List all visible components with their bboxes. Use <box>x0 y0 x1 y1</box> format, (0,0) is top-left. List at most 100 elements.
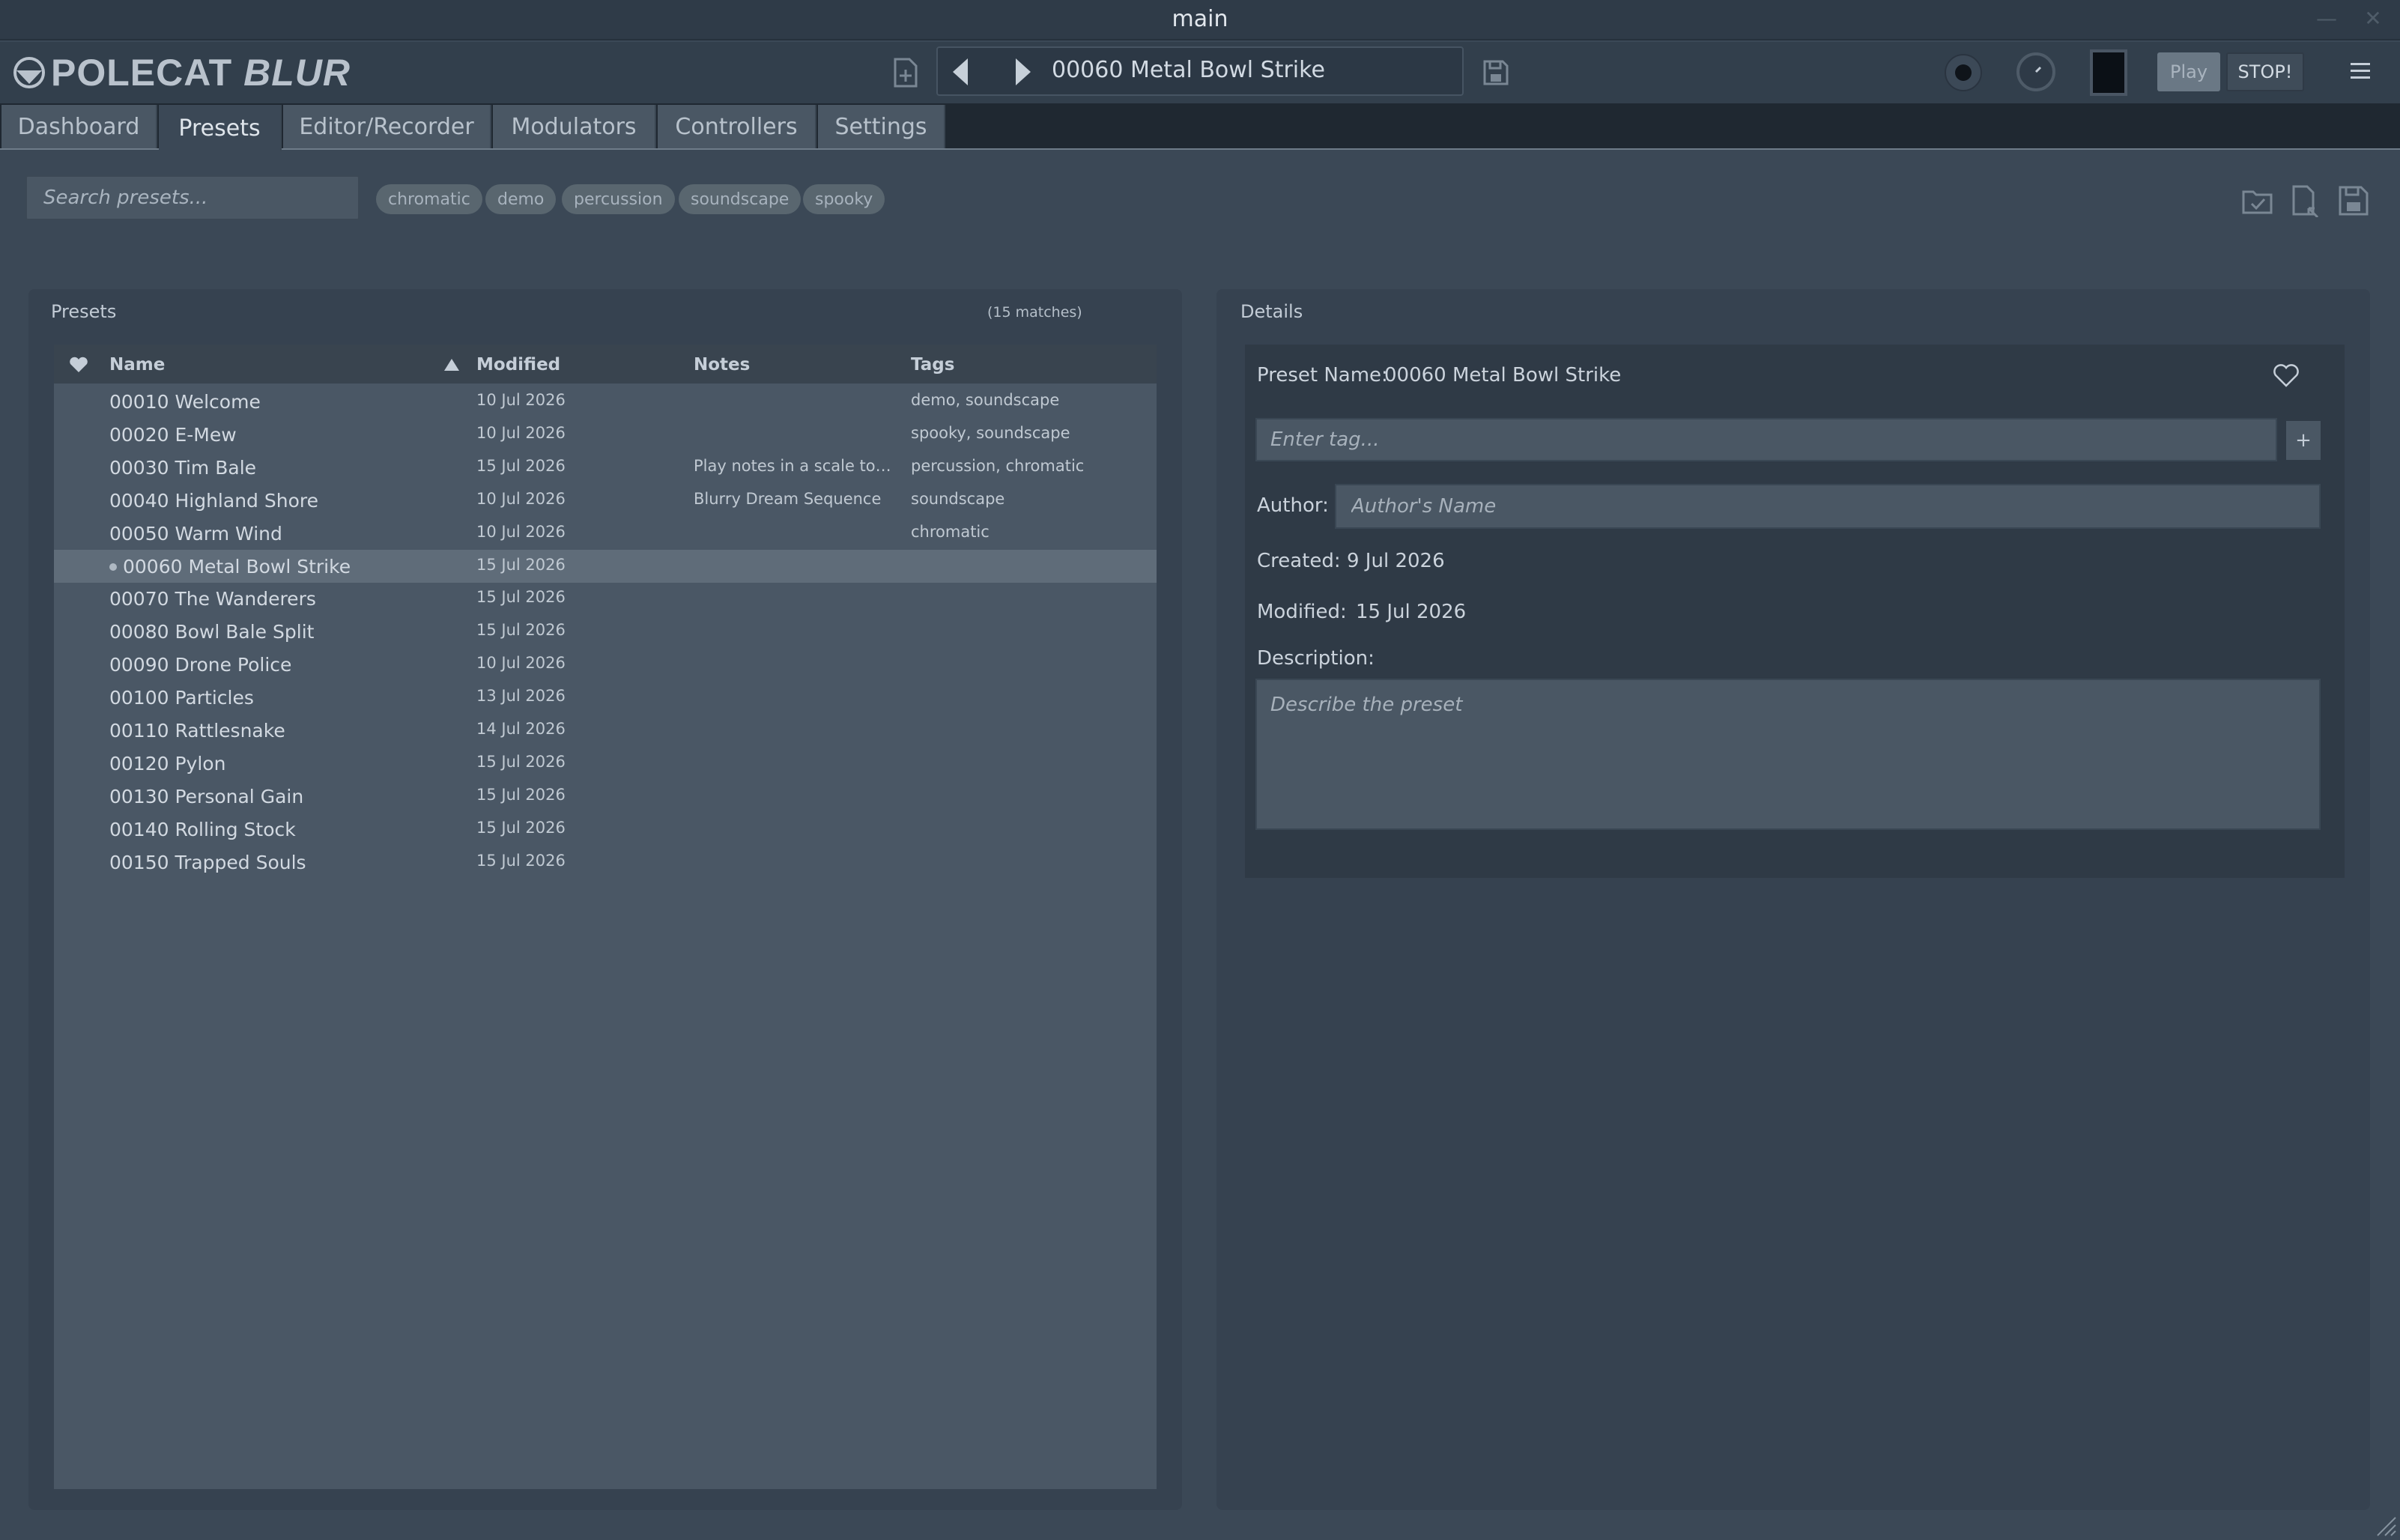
row-modified: 15 Jul 2026 <box>476 851 566 870</box>
column-header-tags[interactable]: Tags <box>911 355 954 375</box>
import-file-icon[interactable] <box>2289 184 2322 219</box>
preset-name-label: Preset Name: <box>1257 364 1388 386</box>
polecat-logo-icon <box>12 55 46 90</box>
prev-arrow-icon[interactable] <box>945 55 975 88</box>
brand-name: POLECAT <box>51 52 233 94</box>
modified-label: Modified: <box>1257 601 1347 623</box>
next-arrow-icon[interactable] <box>1008 55 1038 88</box>
table-row[interactable]: 00100 Particles 13 Jul 2026 <box>54 681 1157 714</box>
row-name: 00040 Highland Shore <box>109 489 318 512</box>
row-tags: spooky, soundscape <box>911 423 1070 442</box>
row-name: 00060 Metal Bowl Strike <box>123 555 351 578</box>
row-name: 00100 Particles <box>109 687 254 709</box>
description-input[interactable] <box>1255 679 2321 830</box>
add-tag-button[interactable]: + <box>2286 421 2321 460</box>
table-row[interactable]: 00040 Highland Shore 10 Jul 2026 Blurry Dr… <box>54 484 1157 517</box>
tab-modulators[interactable]: Modulators <box>493 105 656 148</box>
tag-filter-soundscape[interactable]: soundscape <box>679 184 801 214</box>
current-preset-name: 00060 Metal Bowl Strike <box>1052 57 1325 83</box>
row-modified: 15 Jul 2026 <box>476 785 566 804</box>
column-header-modified[interactable]: Modified <box>476 355 560 375</box>
tag-filter-spooky[interactable]: spooky <box>803 184 885 214</box>
level-meter <box>2090 49 2127 96</box>
search-input[interactable] <box>25 175 360 220</box>
table-row[interactable]: 00110 Rattlesnake 14 Jul 2026 <box>54 714 1157 747</box>
resize-grip-icon[interactable] <box>2370 1510 2397 1537</box>
favorite-heart-icon[interactable] <box>2273 364 2303 389</box>
tag-filter-demo[interactable]: demo <box>485 184 557 214</box>
table-row[interactable]: 00010 Welcome 10 Jul 2026 demo, soundscape <box>54 385 1157 418</box>
table-row[interactable]: 00150 Trapped Souls 15 Jul 2026 <box>54 846 1157 879</box>
row-name: 00120 Pylon <box>109 752 226 774</box>
tab-presets[interactable]: Presets <box>159 105 282 151</box>
row-modified: 10 Jul 2026 <box>476 423 566 442</box>
row-modified: 10 Jul 2026 <box>476 654 566 673</box>
column-header-name[interactable]: Name <box>109 355 165 375</box>
tag-input[interactable] <box>1255 418 2277 461</box>
author-input[interactable] <box>1335 484 2321 529</box>
table-row[interactable]: 00070 The Wanderers 15 Jul 2026 <box>54 582 1157 615</box>
hamburger-menu-icon[interactable] <box>2348 60 2375 82</box>
row-name: 00020 E-Mew <box>109 423 237 446</box>
table-row[interactable]: 00120 Pylon 15 Jul 2026 <box>54 747 1157 780</box>
row-name: 00030 Tim Bale <box>109 456 257 479</box>
row-modified: 15 Jul 2026 <box>476 752 566 771</box>
new-file-icon[interactable] <box>888 55 923 90</box>
tag-filter-chromatic[interactable]: chromatic <box>376 184 482 214</box>
tab-controllers[interactable]: Controllers <box>658 105 816 148</box>
tag-filter-percussion[interactable]: percussion <box>562 184 675 214</box>
minimize-icon[interactable]: — <box>2313 6 2340 31</box>
created-label: Created: <box>1257 550 1341 572</box>
save-icon[interactable] <box>1479 55 1513 90</box>
app-logo-text: POLECAT BLUR <box>51 51 351 94</box>
row-modified: 10 Jul 2026 <box>476 391 566 409</box>
column-header-notes[interactable]: Notes <box>694 355 750 375</box>
row-modified: 13 Jul 2026 <box>476 687 566 706</box>
sort-ascending-icon[interactable] <box>443 358 461 373</box>
table-row[interactable]: 00050 Warm Wind 10 Jul 2026 chromatic <box>54 517 1157 550</box>
row-name: 00090 Drone Police <box>109 654 292 676</box>
row-modified: 15 Jul 2026 <box>476 456 566 475</box>
table-row[interactable]: 00030 Tim Bale 15 Jul 2026 Play notes in a… <box>54 451 1157 484</box>
row-name: 00070 The Wanderers <box>109 588 316 610</box>
row-notes: Blurry Dream Sequence <box>694 489 882 508</box>
description-label: Description: <box>1257 647 1375 670</box>
modified-value: 15 Jul 2026 <box>1356 601 1467 623</box>
created-value: 9 Jul 2026 <box>1347 550 1445 572</box>
row-name: 00130 Personal Gain <box>109 785 304 807</box>
preset-name-value: 00060 Metal Bowl Strike <box>1384 364 1622 386</box>
row-tags: demo, soundscape <box>911 391 1060 409</box>
window-title: main <box>1172 6 1228 32</box>
table-row[interactable]: 00020 E-Mew 10 Jul 2026 spooky, soundscape <box>54 418 1157 451</box>
row-modified: 15 Jul 2026 <box>476 818 566 837</box>
row-name: 00150 Trapped Souls <box>109 851 306 873</box>
row-modified: 10 Jul 2026 <box>476 522 566 541</box>
table-row[interactable]: 00130 Personal Gain 15 Jul 2026 <box>54 780 1157 813</box>
play-button[interactable]: Play <box>2157 52 2220 91</box>
row-name: 00050 Warm Wind <box>109 522 282 545</box>
volume-knob[interactable] <box>2016 52 2055 91</box>
author-label: Author: <box>1257 494 1329 517</box>
table-row[interactable]: 00140 Rolling Stock 15 Jul 2026 <box>54 813 1157 846</box>
row-notes: Play notes in a scale to h... <box>694 456 893 475</box>
save-preset-icon[interactable] <box>2337 184 2370 217</box>
row-tags: chromatic <box>911 522 990 541</box>
table-row[interactable]: 00060 Metal Bowl Strike 15 Jul 2026 <box>54 549 1157 583</box>
presets-panel-title: Presets <box>51 301 117 322</box>
close-icon[interactable]: ✕ <box>2360 6 2387 31</box>
tab-editor-recorder[interactable]: Editor/Recorder <box>283 105 491 148</box>
tab-dashboard[interactable]: Dashboard <box>1 105 157 148</box>
row-modified: 15 Jul 2026 <box>476 588 566 607</box>
heart-icon[interactable] <box>69 357 91 375</box>
stop-button[interactable]: STOP! <box>2226 52 2304 91</box>
row-tags: percussion, chromatic <box>911 456 1085 475</box>
table-row[interactable]: 00090 Drone Police 10 Jul 2026 <box>54 648 1157 681</box>
row-name: 00080 Bowl Bale Split <box>109 621 315 643</box>
record-icon <box>1955 64 1972 81</box>
table-row[interactable]: 00080 Bowl Bale Split 15 Jul 2026 <box>54 615 1157 648</box>
row-name: 00110 Rattlesnake <box>109 720 285 742</box>
row-name: 00010 Welcome <box>109 391 261 413</box>
open-folder-icon[interactable] <box>2241 184 2274 217</box>
row-modified: 15 Jul 2026 <box>476 621 566 640</box>
tab-settings[interactable]: Settings <box>818 105 945 148</box>
